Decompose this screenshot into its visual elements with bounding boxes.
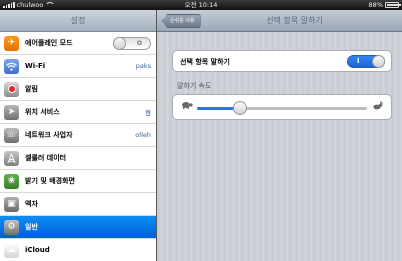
rabbit-icon bbox=[372, 101, 383, 113]
sidebar-title: 설정 bbox=[0, 10, 156, 32]
carrier-icon: ☏ bbox=[4, 127, 19, 143]
sidebar-item-label: 위치 서비스 bbox=[25, 108, 60, 116]
sidebar-item-carrier[interactable]: ☏ 네트워크 사업자 olleh bbox=[0, 124, 156, 147]
sidebar-item-value: olleh bbox=[135, 131, 151, 139]
sidebar-item-wifi[interactable]: Wi-Fi paks bbox=[0, 55, 156, 78]
speaking-rate-track[interactable] bbox=[197, 107, 367, 110]
sidebar-item-label: 밝기 및 배경화면 bbox=[25, 177, 75, 185]
sidebar-item-label: Wi-Fi bbox=[25, 62, 46, 70]
speak-selection-toggle[interactable]: I bbox=[347, 55, 385, 68]
sidebar-item-value: 켬 bbox=[145, 109, 151, 117]
speak-selection-row: 선택 항목 말하기 I bbox=[172, 50, 392, 72]
detail-title: 선택 항목 말하기 bbox=[266, 16, 323, 25]
sidebar-item-label: 알림 bbox=[25, 85, 38, 93]
settings-list: ✈ 에어플레인 모드 O Wi-Fi paks 알림 ➤ 위치 서비스 켬 ☏ … bbox=[0, 32, 156, 261]
settings-sidebar: 설정 ✈ 에어플레인 모드 O Wi-Fi paks 알림 ➤ 위치 서비스 켬 bbox=[0, 10, 157, 261]
wifi-icon bbox=[4, 58, 19, 74]
sidebar-item-label: 셀룰러 데이터 bbox=[25, 154, 67, 162]
sidebar-item-cellular-data[interactable]: 셀룰러 데이터 bbox=[0, 147, 156, 170]
status-bar: chulwoo 오전 10:14 88% bbox=[0, 0, 402, 10]
battery-icon bbox=[385, 2, 401, 8]
status-time: 오전 10:14 bbox=[184, 1, 218, 9]
speaking-rate-row bbox=[172, 94, 392, 120]
sidebar-item-label: iCloud bbox=[25, 246, 50, 254]
battery-percent: 88% bbox=[368, 1, 383, 9]
sidebar-item-label: 액자 bbox=[25, 200, 38, 208]
sidebar-item-value: paks bbox=[135, 62, 151, 70]
sidebar-item-icloud[interactable]: ☁ iCloud bbox=[0, 239, 156, 261]
turtle-icon bbox=[181, 101, 193, 112]
picture-frame-icon: ▣ bbox=[4, 196, 19, 212]
sidebar-item-airplane-mode[interactable]: ✈ 에어플레인 모드 O bbox=[0, 32, 156, 55]
detail-nav-bar: 손쉬운 사용 선택 항목 말하기 bbox=[157, 10, 402, 32]
brightness-icon: ❀ bbox=[4, 173, 19, 189]
sidebar-item-brightness-wallpaper[interactable]: ❀ 밝기 및 배경화면 bbox=[0, 170, 156, 193]
sidebar-item-notifications[interactable]: 알림 bbox=[0, 78, 156, 101]
speaking-rate-slider[interactable] bbox=[232, 101, 247, 115]
notification-icon bbox=[4, 81, 19, 97]
detail-pane: 손쉬운 사용 선택 항목 말하기 선택 항목 말하기 I 말하기 속도 bbox=[157, 10, 402, 261]
airplane-mode-toggle[interactable]: O bbox=[113, 36, 151, 50]
cellular-icon bbox=[4, 150, 19, 166]
airplane-icon: ✈ bbox=[4, 35, 19, 51]
sidebar-item-picture-frame[interactable]: ▣ 액자 bbox=[0, 193, 156, 216]
sidebar-item-label: 네트워크 사업자 bbox=[25, 131, 73, 139]
speaking-rate-label: 말하기 속도 bbox=[177, 82, 212, 90]
sidebar-item-label: 에어플레인 모드 bbox=[25, 39, 73, 47]
location-icon: ➤ bbox=[4, 104, 19, 120]
speak-selection-label: 선택 항목 말하기 bbox=[180, 58, 230, 66]
sidebar-item-location-services[interactable]: ➤ 위치 서비스 켬 bbox=[0, 101, 156, 124]
sidebar-item-label: 일반 bbox=[25, 223, 38, 231]
sidebar-item-general[interactable]: ⚙ 일반 bbox=[0, 216, 156, 239]
icloud-icon: ☁ bbox=[4, 242, 19, 258]
general-gear-icon: ⚙ bbox=[4, 219, 19, 235]
